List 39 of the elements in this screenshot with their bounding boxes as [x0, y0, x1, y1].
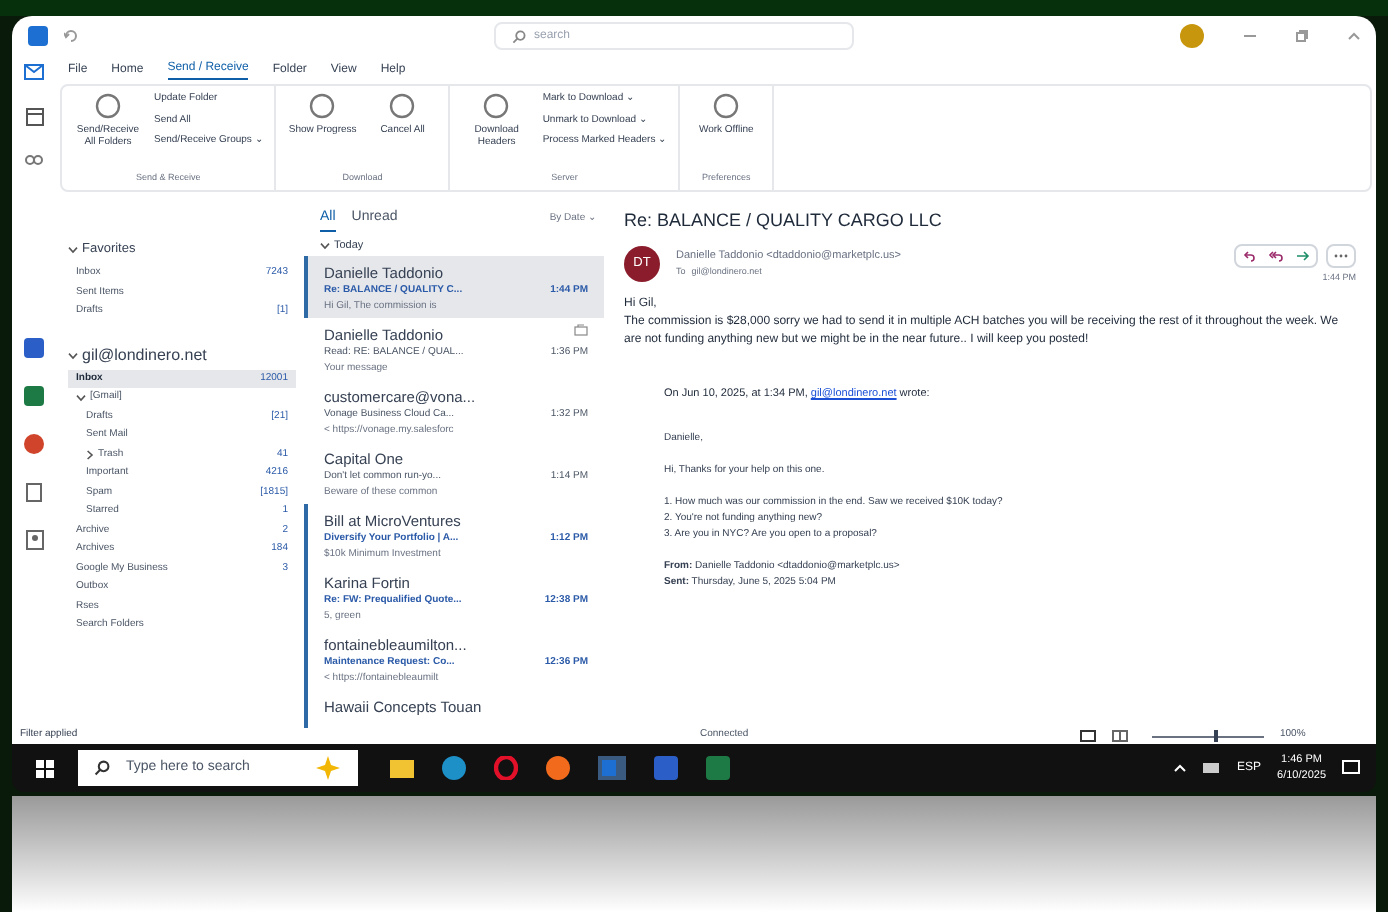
more-icon[interactable]	[1334, 249, 1348, 261]
chevron-down-icon[interactable]	[320, 242, 330, 250]
avatar-icon[interactable]	[1180, 24, 1204, 48]
reply-all-icon[interactable]	[1268, 249, 1284, 261]
reply-icon[interactable]	[1242, 249, 1256, 261]
normal-view-icon[interactable]	[1080, 730, 1096, 742]
people-icon[interactable]	[24, 154, 44, 170]
collapse-icon[interactable]	[1348, 32, 1360, 40]
battery-icon[interactable]	[1201, 762, 1222, 774]
forward-icon[interactable]	[1296, 249, 1310, 261]
edge-icon[interactable]	[442, 756, 466, 780]
contact-card-icon[interactable]	[25, 530, 43, 550]
reading-view-icon[interactable]	[1112, 730, 1128, 742]
folder-group-header[interactable]: gil@londinero.net	[82, 343, 296, 367]
clipboard-icon[interactable]	[26, 482, 42, 502]
undo-icon[interactable]	[64, 30, 78, 42]
folder-icon[interactable]	[390, 758, 414, 778]
email-subject: Re: BALANCE / QUALITY CARGO LLC	[624, 208, 944, 234]
chevron-down-icon[interactable]	[68, 246, 78, 254]
sparkle-icon	[314, 756, 342, 780]
outlook-icon	[28, 26, 48, 46]
mail-icon[interactable]	[24, 64, 44, 80]
powerpoint-icon[interactable]	[24, 434, 44, 454]
chevron-down-icon[interactable]	[68, 351, 78, 359]
minimize-icon[interactable]	[1244, 30, 1256, 42]
excel-icon[interactable]	[24, 386, 44, 406]
firefox-icon[interactable]	[546, 756, 570, 780]
search-icon	[512, 29, 526, 43]
restore-icon[interactable]	[1296, 30, 1308, 42]
opera-icon[interactable]	[494, 756, 518, 780]
chevron-down-icon[interactable]	[76, 393, 86, 402]
chevron-right-icon[interactable]	[86, 449, 94, 460]
calendar-icon[interactable]	[25, 108, 43, 126]
tray-chevron-icon[interactable]	[1173, 764, 1186, 772]
windows-start-icon[interactable]	[36, 759, 54, 777]
word-icon[interactable]	[24, 338, 44, 358]
zoom-slider[interactable]	[1152, 730, 1264, 742]
search-icon	[94, 760, 110, 776]
notification-icon[interactable]	[1342, 760, 1360, 776]
